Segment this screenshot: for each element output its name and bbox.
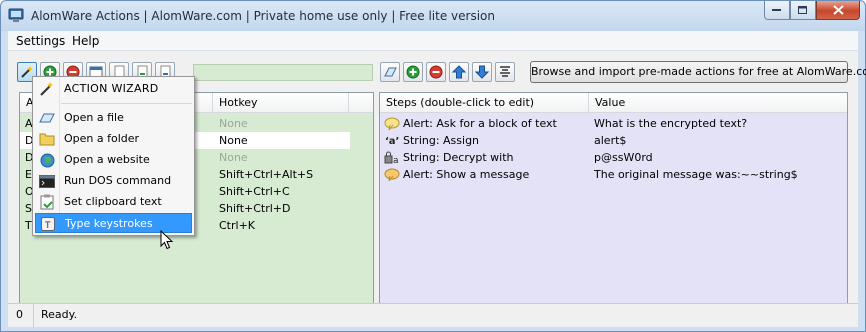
menu-separator bbox=[61, 103, 192, 104]
step-value: What is the encrypted text? bbox=[594, 117, 748, 130]
eraser-icon bbox=[384, 67, 397, 77]
column-header-value[interactable]: Value bbox=[589, 93, 847, 113]
step-name: Alert: Show a message bbox=[403, 168, 530, 181]
menu-item-open-file[interactable]: Open a file bbox=[35, 108, 192, 128]
action-hotkey: None bbox=[219, 117, 248, 130]
action-name: T bbox=[25, 219, 32, 232]
menu-item-label: Run DOS command bbox=[64, 174, 172, 187]
alert-ask-icon bbox=[384, 116, 400, 131]
table-row[interactable]: a String: Decrypt with p@ssW0rd bbox=[380, 149, 847, 166]
browse-actions-button[interactable]: Browse and import pre-made actions for f… bbox=[530, 61, 866, 83]
menu-item-label: Open a folder bbox=[64, 132, 140, 145]
menu-item-label: Open a website bbox=[64, 153, 150, 166]
step-value: The original message was:~~string$ bbox=[594, 168, 798, 181]
status-bar: 0 Ready. bbox=[8, 303, 858, 327]
step-name: String: Decrypt with bbox=[403, 151, 514, 164]
menu-settings[interactable]: Settings bbox=[16, 34, 65, 48]
close-icon bbox=[832, 5, 844, 15]
action-hotkey: Shift+Ctrl+Alt+S bbox=[219, 168, 314, 181]
action-hotkey: Shift+Ctrl+D bbox=[219, 202, 291, 215]
action-wizard-title: ACTION WIZARD bbox=[64, 82, 159, 95]
menu-bar: Settings Help bbox=[8, 31, 858, 51]
action-name: S bbox=[25, 202, 32, 215]
step-eraser-button[interactable] bbox=[380, 62, 400, 82]
menu-item-set-clipboard-text[interactable]: Set clipboard text bbox=[35, 192, 192, 212]
status-count: 0 bbox=[8, 304, 34, 327]
keyboard-icon: T bbox=[41, 217, 55, 231]
file-icon bbox=[39, 113, 55, 123]
table-row[interactable]: ‘a’ String: Assign alert$ bbox=[380, 132, 847, 149]
app-icon bbox=[8, 8, 24, 22]
action-hotkey: None bbox=[219, 134, 248, 147]
maximize-button[interactable] bbox=[790, 1, 816, 20]
svg-text:T: T bbox=[44, 221, 51, 231]
minimize-button[interactable] bbox=[764, 1, 790, 20]
table-row[interactable]: Alert: Show a message The original messag… bbox=[380, 166, 847, 183]
column-header-filler bbox=[349, 93, 373, 113]
svg-text:a: a bbox=[393, 156, 399, 165]
step-align-button[interactable] bbox=[495, 62, 515, 82]
maximize-icon bbox=[798, 5, 807, 14]
terminal-icon bbox=[39, 174, 55, 188]
status-text: Ready. bbox=[41, 308, 78, 321]
action-wizard-menu: ACTION WIZARD Open a file Open a folder … bbox=[32, 76, 195, 236]
magic-wand-icon bbox=[40, 82, 53, 96]
align-center-icon bbox=[500, 66, 510, 77]
menu-item-run-dos-command[interactable]: Run DOS command bbox=[35, 171, 192, 191]
window-controls bbox=[764, 1, 860, 21]
title-bar[interactable]: AlomWare Actions | AlomWare.com | Privat… bbox=[1, 1, 865, 31]
menu-item-open-website[interactable]: Open a website bbox=[35, 150, 192, 170]
steps-list[interactable]: Steps (double-click to edit) Value Alert… bbox=[379, 92, 848, 320]
menu-item-open-folder[interactable]: Open a folder bbox=[35, 129, 192, 149]
folder-icon bbox=[39, 133, 55, 146]
move-step-up-button[interactable] bbox=[449, 62, 469, 82]
string-assign-icon: ‘a’ bbox=[384, 133, 400, 148]
alert-message-icon bbox=[384, 167, 400, 182]
move-step-down-button[interactable] bbox=[472, 62, 492, 82]
action-wizard-header: ACTION WIZARD bbox=[33, 77, 194, 101]
step-name: Alert: Ask for a block of text bbox=[403, 117, 557, 130]
window-title: AlomWare Actions | AlomWare.com | Privat… bbox=[31, 9, 495, 23]
menu-item-label: Type keystrokes bbox=[65, 217, 153, 230]
action-hotkey: None bbox=[219, 151, 248, 164]
add-step-button[interactable] bbox=[403, 62, 423, 82]
arrow-down-icon bbox=[475, 65, 489, 79]
arrow-up-icon bbox=[452, 65, 466, 79]
menu-item-label: Set clipboard text bbox=[64, 195, 162, 208]
svg-text:‘a’: ‘a’ bbox=[385, 136, 399, 147]
action-hotkey: Ctrl+K bbox=[219, 219, 256, 232]
close-button[interactable] bbox=[816, 1, 860, 20]
clipboard-icon bbox=[40, 194, 54, 210]
delete-step-button[interactable] bbox=[426, 62, 446, 82]
column-header-steps[interactable]: Steps (double-click to edit) bbox=[380, 93, 589, 113]
step-value: p@ssW0rd bbox=[594, 151, 653, 164]
menu-help[interactable]: Help bbox=[72, 34, 99, 48]
action-name: E bbox=[25, 168, 32, 181]
add-icon bbox=[406, 65, 420, 79]
menu-item-label: Open a file bbox=[64, 111, 124, 124]
table-row[interactable]: Alert: Ask for a block of text What is th… bbox=[380, 115, 847, 132]
app-window: AlomWare Actions | AlomWare.com | Privat… bbox=[0, 0, 866, 332]
column-header-hotkey[interactable]: Hotkey bbox=[213, 93, 349, 113]
steps-toolbar bbox=[380, 62, 518, 82]
action-hotkey: Shift+Ctrl+C bbox=[219, 185, 290, 198]
filter-bar[interactable] bbox=[193, 64, 373, 81]
mouse-cursor-icon bbox=[160, 230, 174, 250]
remove-icon bbox=[429, 65, 443, 79]
globe-icon bbox=[40, 153, 54, 167]
step-value: alert$ bbox=[594, 134, 627, 147]
minimize-icon bbox=[772, 9, 781, 11]
string-decrypt-icon: a bbox=[384, 150, 400, 165]
step-name: String: Assign bbox=[403, 134, 480, 147]
